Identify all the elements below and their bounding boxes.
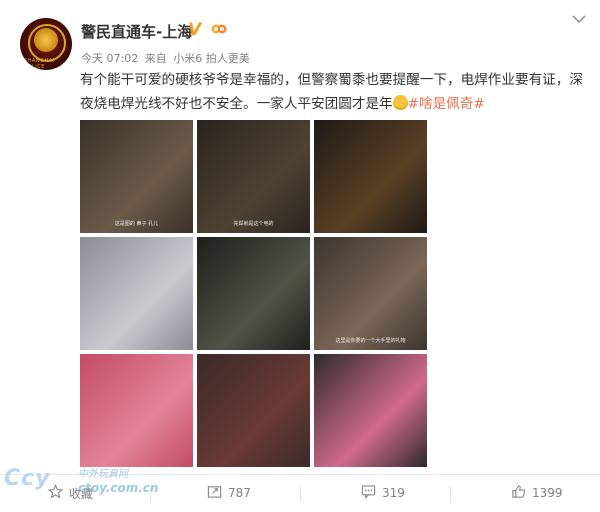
- favorite-label: 收藏: [69, 486, 94, 501]
- avatar-label: SHANGHAI POLICE: [24, 58, 55, 70]
- photo-thumbnail[interactable]: [80, 354, 193, 467]
- photo-thumbnail[interactable]: 这里是你要的一个大手里的礼物: [314, 237, 427, 350]
- post-text: 有个能干可爱的硬核爷爷是幸福的，但警察蜀黍也要提醒一下，电焊作业要有证，深夜烧电…: [80, 68, 588, 116]
- photo-caption: 这是图的 鼻子 孔儿: [114, 221, 159, 227]
- repost-icon: [207, 484, 222, 502]
- watermark-logo: Ccy: [4, 466, 51, 491]
- post-body: 有个能干可爱的硬核爷爷是幸福的，但警察蜀黍也要提醒一下，电焊作业要有证，深夜烧电…: [80, 72, 583, 112]
- watermark-sub: 中外玩具网: [78, 469, 128, 480]
- star-icon: [47, 484, 64, 502]
- action-separator: [300, 486, 301, 502]
- police-emblem-icon: [34, 28, 58, 52]
- photo-thumbnail[interactable]: [197, 237, 310, 350]
- medal-icon: [211, 22, 227, 40]
- thumbs-up-icon: [511, 484, 526, 502]
- post-time[interactable]: 今天 07:02: [81, 52, 138, 65]
- author-name[interactable]: 警民直通车-上海: [81, 21, 192, 42]
- like-button[interactable]: 1399: [511, 484, 563, 502]
- like-count: 1399: [532, 486, 563, 500]
- from-label: 来自: [144, 52, 167, 65]
- post-meta: 今天 07:02 来自 小米6 拍人更美: [81, 50, 253, 66]
- chevron-down-icon[interactable]: [572, 12, 586, 28]
- action-separator: [150, 486, 151, 502]
- verified-icon: V: [188, 20, 202, 40]
- repost-button[interactable]: 787: [207, 484, 251, 502]
- smile-emoji-icon: [392, 95, 408, 110]
- favorite-button[interactable]: 收藏: [47, 484, 94, 502]
- photo-thumbnail[interactable]: 这是图的 鼻子 孔儿: [80, 120, 193, 233]
- photo-caption: 先焊就是这个电的: [233, 221, 274, 227]
- photo-caption: 这里是你要的一个大手里的礼物: [335, 338, 406, 344]
- photo-thumbnail[interactable]: [314, 120, 427, 233]
- post-device[interactable]: 小米6 拍人更美: [173, 52, 250, 65]
- photo-thumbnail[interactable]: [80, 237, 193, 350]
- comment-icon: [361, 484, 376, 502]
- comment-button[interactable]: 319: [361, 484, 405, 502]
- photo-thumbnail[interactable]: [314, 354, 427, 467]
- repost-count: 787: [228, 486, 251, 500]
- photo-thumbnail[interactable]: [197, 354, 310, 467]
- action-separator: [450, 486, 451, 502]
- avatar[interactable]: SHANGHAI POLICE: [20, 18, 72, 70]
- photo-thumbnail[interactable]: 先焊就是这个电的: [197, 120, 310, 233]
- comment-count: 319: [382, 486, 405, 500]
- topic-link[interactable]: #啥是佩奇#: [408, 96, 485, 112]
